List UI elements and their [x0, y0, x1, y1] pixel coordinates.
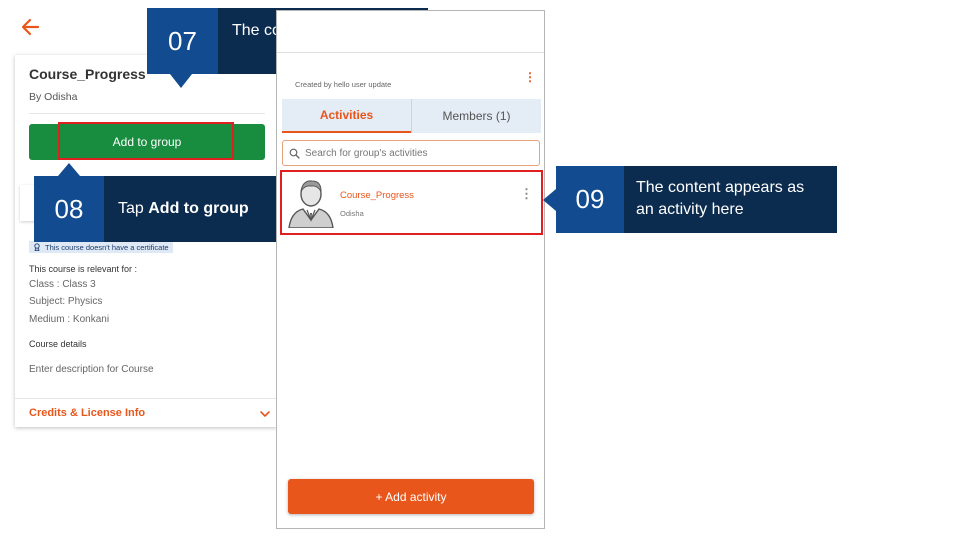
callout-pointer-08 — [58, 163, 80, 176]
search-activities-input[interactable]: Search for group's activities — [282, 140, 540, 166]
add-activity-button[interactable]: + Add activity — [288, 479, 534, 514]
kebab-menu-icon[interactable]: ⋮ — [524, 70, 536, 84]
callout-text-08: Tap Add to group — [104, 176, 276, 242]
certificate-icon — [34, 243, 40, 251]
callout-text-08-bold: Add to group — [148, 200, 249, 217]
divider — [15, 398, 277, 399]
certificate-badge: This course doesn't have a certificate — [29, 241, 173, 253]
relevant-heading: This course is relevant for : — [29, 264, 138, 274]
callout-text-09: The content appears as an activity here — [624, 166, 837, 233]
divider — [29, 113, 265, 114]
callout-number-07: 07 — [147, 8, 218, 74]
search-placeholder: Search for group's activities — [305, 147, 428, 159]
divider — [277, 52, 544, 53]
callout-number-08: 08 — [34, 176, 104, 242]
user-avatar-icon — [288, 180, 334, 228]
course-author: By Odisha — [29, 91, 78, 103]
course-details-heading: Course details — [29, 339, 87, 349]
activity-title[interactable]: Course_Progress — [340, 190, 414, 201]
course-description: Enter description for Course — [29, 364, 154, 375]
activity-subtitle: Odisha — [340, 209, 364, 218]
tab-activities[interactable]: Activities — [282, 99, 411, 133]
meta-subject: Subject: Physics — [29, 296, 103, 307]
chevron-down-icon[interactable] — [258, 407, 272, 421]
callout-text-08-prefix: Tap — [118, 200, 149, 217]
group-tabs: Activities Members (1) — [282, 99, 541, 133]
activity-kebab-menu-icon[interactable]: ⋮ — [520, 186, 533, 202]
tab-members[interactable]: Members (1) — [411, 99, 541, 133]
back-arrow-icon[interactable] — [18, 14, 44, 40]
meta-class: Class : Class 3 — [29, 279, 96, 290]
course-title: Course_Progress — [29, 66, 146, 82]
callout-pointer-09 — [543, 189, 556, 211]
callout-pointer-07 — [170, 74, 192, 88]
meta-medium: Medium : Konkani — [29, 314, 110, 325]
certificate-note: This course doesn't have a certificate — [45, 242, 169, 252]
search-icon — [289, 148, 300, 159]
add-to-group-button[interactable]: Add to group — [29, 124, 265, 160]
group-created-by: Created by hello user update — [295, 80, 392, 89]
credits-license-toggle[interactable]: Credits & License Info — [29, 407, 145, 419]
callout-number-09: 09 — [556, 166, 624, 233]
